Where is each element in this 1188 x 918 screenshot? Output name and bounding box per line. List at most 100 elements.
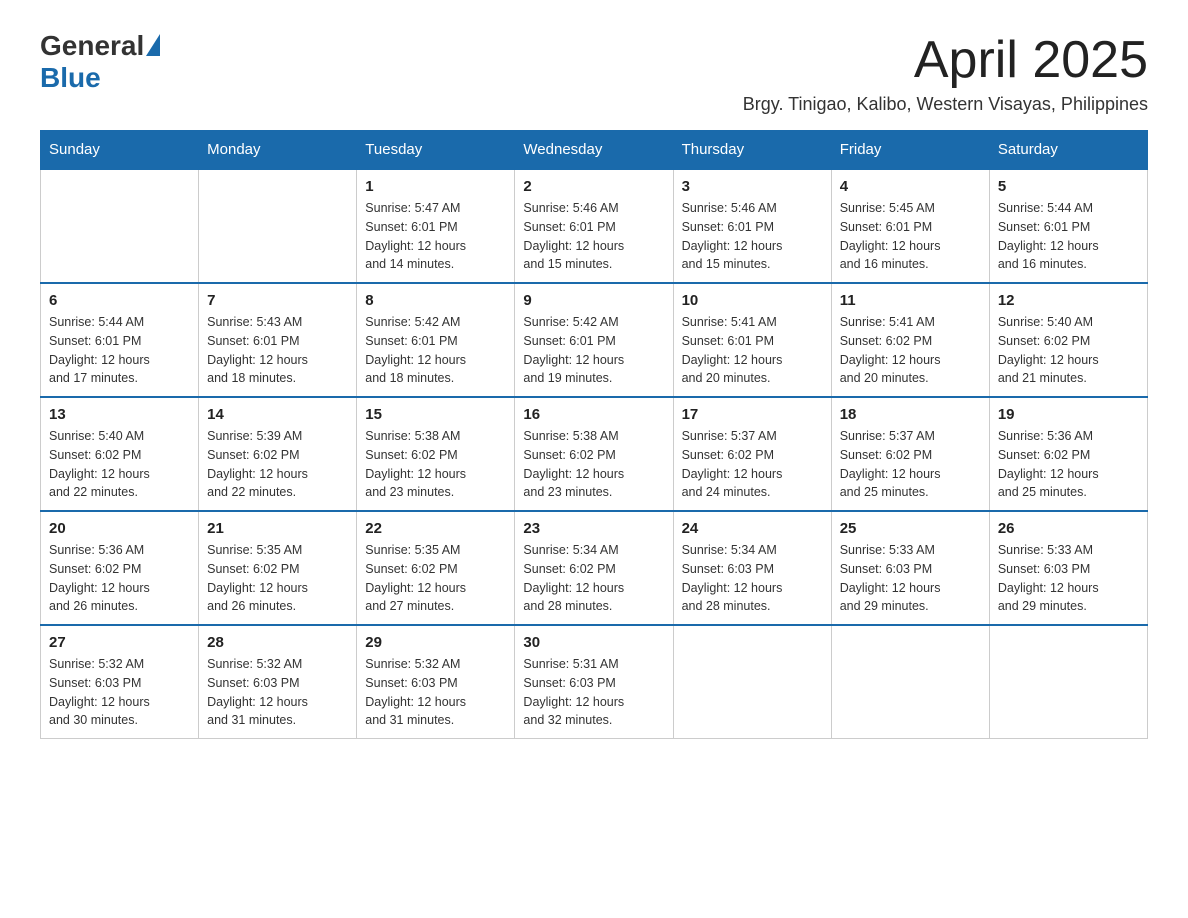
day-info: Sunrise: 5:35 AMSunset: 6:02 PMDaylight:… (207, 541, 348, 616)
calendar-cell: 7 Sunrise: 5:43 AMSunset: 6:01 PMDaylight… (199, 283, 357, 397)
day-info: Sunrise: 5:38 AMSunset: 6:02 PMDaylight:… (365, 427, 506, 502)
calendar-cell: 24Sunrise: 5:34 AMSunset: 6:03 PMDayligh… (673, 511, 831, 625)
day-header-tuesday: Tuesday (357, 131, 515, 170)
day-number: 24 (682, 520, 823, 537)
days-of-week-row: SundayMondayTuesdayWednesdayThursdayFrid… (41, 131, 1148, 170)
calendar-cell: 15 Sunrise: 5:38 AMSunset: 6:02 PMDayligh… (357, 397, 515, 511)
day-info: Sunrise: 5:33 AMSunset: 6:03 PMDaylight:… (840, 541, 981, 616)
day-info: Sunrise: 5:32 AMSunset: 6:03 PMDaylight:… (49, 655, 190, 730)
day-header-monday: Monday (199, 131, 357, 170)
day-number: 20 (49, 520, 190, 537)
title-section: April 2025 Brgy. Tinigao, Kalibo, Wester… (743, 30, 1148, 115)
day-number: 10 (682, 292, 823, 309)
calendar-cell: 20 Sunrise: 5:36 AMSunset: 6:02 PMDayligh… (41, 511, 199, 625)
calendar-week-row: 6 Sunrise: 5:44 AMSunset: 6:01 PMDaylight… (41, 283, 1148, 397)
calendar-cell (41, 169, 199, 283)
day-number: 30 (523, 634, 664, 651)
day-info: Sunrise: 5:34 AMSunset: 6:02 PMDaylight:… (523, 541, 664, 616)
calendar-cell: 18 Sunrise: 5:37 AMSunset: 6:02 PMDayligh… (831, 397, 989, 511)
day-number: 29 (365, 634, 506, 651)
day-info: Sunrise: 5:31 AMSunset: 6:03 PMDaylight:… (523, 655, 664, 730)
calendar-cell: 14Sunrise: 5:39 AMSunset: 6:02 PMDayligh… (199, 397, 357, 511)
calendar-week-row: 20 Sunrise: 5:36 AMSunset: 6:02 PMDayligh… (41, 511, 1148, 625)
day-number: 4 (840, 178, 981, 195)
day-number: 27 (49, 634, 190, 651)
day-info: Sunrise: 5:43 AMSunset: 6:01 PMDaylight:… (207, 313, 348, 388)
calendar-cell: 16Sunrise: 5:38 AMSunset: 6:02 PMDayligh… (515, 397, 673, 511)
calendar-cell: 26 Sunrise: 5:33 AMSunset: 6:03 PMDayligh… (989, 511, 1147, 625)
day-number: 7 (207, 292, 348, 309)
calendar-cell: 4 Sunrise: 5:45 AMSunset: 6:01 PMDaylight… (831, 169, 989, 283)
calendar-cell (673, 625, 831, 739)
calendar-cell: 21 Sunrise: 5:35 AMSunset: 6:02 PMDayligh… (199, 511, 357, 625)
day-number: 5 (998, 178, 1139, 195)
day-header-wednesday: Wednesday (515, 131, 673, 170)
day-info: Sunrise: 5:40 AMSunset: 6:02 PMDaylight:… (998, 313, 1139, 388)
day-number: 28 (207, 634, 348, 651)
day-number: 2 (523, 178, 664, 195)
day-info: Sunrise: 5:35 AMSunset: 6:02 PMDaylight:… (365, 541, 506, 616)
calendar-body: 1 Sunrise: 5:47 AMSunset: 6:01 PMDaylight… (41, 169, 1148, 739)
day-number: 21 (207, 520, 348, 537)
day-number: 11 (840, 292, 981, 309)
calendar-cell: 2 Sunrise: 5:46 AMSunset: 6:01 PMDaylight… (515, 169, 673, 283)
calendar-cell (989, 625, 1147, 739)
calendar-cell: 27 Sunrise: 5:32 AMSunset: 6:03 PMDayligh… (41, 625, 199, 739)
day-number: 12 (998, 292, 1139, 309)
day-info: Sunrise: 5:39 AMSunset: 6:02 PMDaylight:… (207, 427, 348, 502)
day-number: 22 (365, 520, 506, 537)
day-number: 19 (998, 406, 1139, 423)
month-title: April 2025 (743, 30, 1148, 90)
calendar-cell: 22 Sunrise: 5:35 AMSunset: 6:02 PMDayligh… (357, 511, 515, 625)
day-number: 25 (840, 520, 981, 537)
calendar-header: SundayMondayTuesdayWednesdayThursdayFrid… (41, 131, 1148, 170)
day-number: 9 (523, 292, 664, 309)
day-info: Sunrise: 5:45 AMSunset: 6:01 PMDaylight:… (840, 199, 981, 274)
day-header-thursday: Thursday (673, 131, 831, 170)
logo-triangle-icon (146, 34, 160, 56)
calendar-cell: 19Sunrise: 5:36 AMSunset: 6:02 PMDayligh… (989, 397, 1147, 511)
day-number: 26 (998, 520, 1139, 537)
day-number: 18 (840, 406, 981, 423)
logo-general-text: General (40, 30, 144, 62)
day-info: Sunrise: 5:33 AMSunset: 6:03 PMDaylight:… (998, 541, 1139, 616)
day-number: 16 (523, 406, 664, 423)
day-info: Sunrise: 5:42 AMSunset: 6:01 PMDaylight:… (365, 313, 506, 388)
calendar-cell: 5Sunrise: 5:44 AMSunset: 6:01 PMDaylight… (989, 169, 1147, 283)
day-header-friday: Friday (831, 131, 989, 170)
day-info: Sunrise: 5:37 AMSunset: 6:02 PMDaylight:… (840, 427, 981, 502)
day-info: Sunrise: 5:41 AMSunset: 6:02 PMDaylight:… (840, 313, 981, 388)
day-info: Sunrise: 5:41 AMSunset: 6:01 PMDaylight:… (682, 313, 823, 388)
calendar-cell: 10 Sunrise: 5:41 AMSunset: 6:01 PMDayligh… (673, 283, 831, 397)
day-info: Sunrise: 5:44 AMSunset: 6:01 PMDaylight:… (49, 313, 190, 388)
calendar-cell: 23Sunrise: 5:34 AMSunset: 6:02 PMDayligh… (515, 511, 673, 625)
calendar-table: SundayMondayTuesdayWednesdayThursdayFrid… (40, 130, 1148, 739)
calendar-cell: 11 Sunrise: 5:41 AMSunset: 6:02 PMDayligh… (831, 283, 989, 397)
day-info: Sunrise: 5:47 AMSunset: 6:01 PMDaylight:… (365, 199, 506, 274)
day-info: Sunrise: 5:46 AMSunset: 6:01 PMDaylight:… (682, 199, 823, 274)
logo: General Blue (40, 30, 160, 94)
day-number: 6 (49, 292, 190, 309)
calendar-cell (831, 625, 989, 739)
calendar-week-row: 13 Sunrise: 5:40 AMSunset: 6:02 PMDayligh… (41, 397, 1148, 511)
calendar-cell: 6 Sunrise: 5:44 AMSunset: 6:01 PMDaylight… (41, 283, 199, 397)
day-number: 8 (365, 292, 506, 309)
calendar-cell: 29 Sunrise: 5:32 AMSunset: 6:03 PMDayligh… (357, 625, 515, 739)
day-number: 13 (49, 406, 190, 423)
calendar-week-row: 27 Sunrise: 5:32 AMSunset: 6:03 PMDayligh… (41, 625, 1148, 739)
day-info: Sunrise: 5:46 AMSunset: 6:01 PMDaylight:… (523, 199, 664, 274)
calendar-cell: 12 Sunrise: 5:40 AMSunset: 6:02 PMDayligh… (989, 283, 1147, 397)
day-number: 1 (365, 178, 506, 195)
day-header-saturday: Saturday (989, 131, 1147, 170)
calendar-cell: 3Sunrise: 5:46 AMSunset: 6:01 PMDaylight… (673, 169, 831, 283)
day-info: Sunrise: 5:32 AMSunset: 6:03 PMDaylight:… (207, 655, 348, 730)
logo-blue-text: Blue (40, 62, 101, 94)
day-info: Sunrise: 5:32 AMSunset: 6:03 PMDaylight:… (365, 655, 506, 730)
day-info: Sunrise: 5:40 AMSunset: 6:02 PMDaylight:… (49, 427, 190, 502)
calendar-cell: 1 Sunrise: 5:47 AMSunset: 6:01 PMDaylight… (357, 169, 515, 283)
day-info: Sunrise: 5:36 AMSunset: 6:02 PMDaylight:… (49, 541, 190, 616)
calendar-cell (199, 169, 357, 283)
calendar-cell: 13 Sunrise: 5:40 AMSunset: 6:02 PMDayligh… (41, 397, 199, 511)
day-number: 15 (365, 406, 506, 423)
calendar-cell: 28 Sunrise: 5:32 AMSunset: 6:03 PMDayligh… (199, 625, 357, 739)
